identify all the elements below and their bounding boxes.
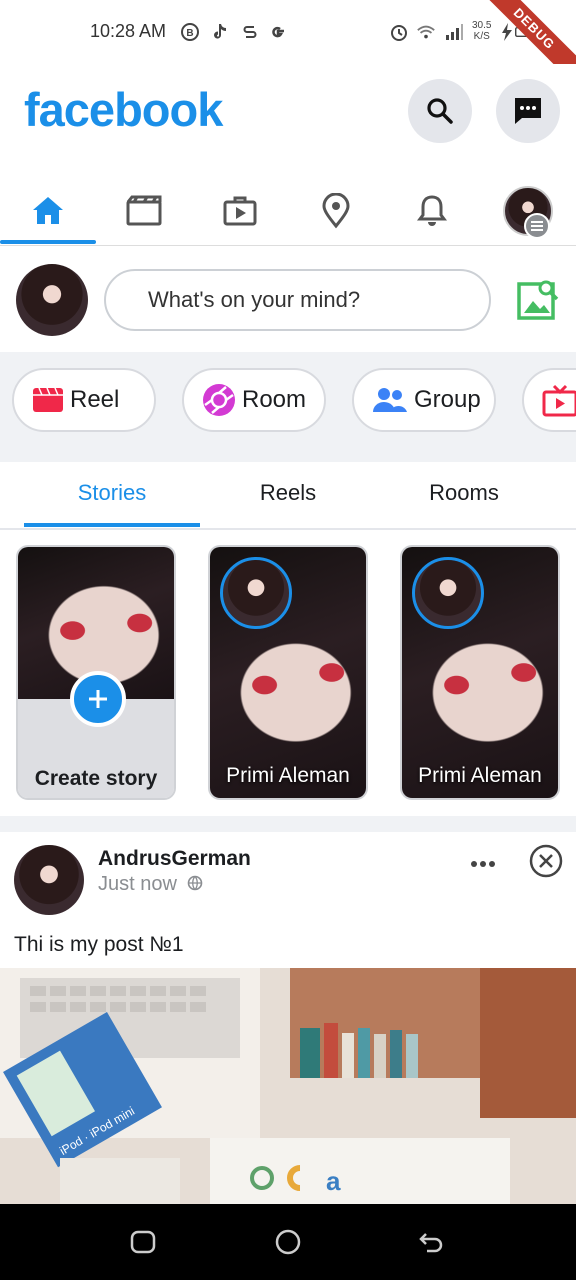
live-tv-icon xyxy=(542,384,576,417)
tab-notifications[interactable] xyxy=(384,176,480,246)
status-bar: 10:28 AM B 30.5 K/S DEBUG xyxy=(0,0,576,94)
tab-rooms[interactable]: Rooms xyxy=(376,480,552,506)
stories-section: Stories Reels Rooms Create story Primi A… xyxy=(0,462,576,816)
home-icon xyxy=(33,197,63,224)
group-icon xyxy=(373,388,407,412)
post-text: Thi is my post №1 xyxy=(14,933,184,956)
more-dots-icon xyxy=(471,861,495,867)
tab-location[interactable] xyxy=(288,176,384,246)
story-avatar xyxy=(412,557,484,629)
room-camera-icon xyxy=(203,384,235,416)
network-speed: 30.5 K/S xyxy=(472,20,492,42)
tab-marketplace[interactable] xyxy=(192,176,288,246)
search-icon xyxy=(427,98,453,124)
post-card: AndrusGerman Just now Thi is my post №1 xyxy=(0,832,576,1204)
b-circle-icon: B xyxy=(180,22,200,42)
alarm-icon xyxy=(389,22,409,42)
tiktok-icon xyxy=(210,22,230,42)
story-avatar xyxy=(220,557,292,629)
status-time: 10:28 AM xyxy=(90,21,167,41)
create-story-card[interactable]: Create story xyxy=(16,545,176,800)
reel-icon xyxy=(33,387,63,412)
back-button[interactable] xyxy=(418,1230,444,1254)
chat-icon xyxy=(515,98,541,124)
app-logo: facebook xyxy=(24,83,223,136)
messenger-button[interactable] xyxy=(496,79,560,143)
user-avatar[interactable] xyxy=(16,264,88,336)
post-more-button[interactable] xyxy=(466,854,500,874)
menu-badge-icon xyxy=(524,213,550,239)
video-clapper-icon xyxy=(126,195,162,226)
composer: What's on your mind? xyxy=(0,246,576,352)
photo-add-icon xyxy=(517,280,559,320)
s-icon xyxy=(240,22,260,42)
story-name: Primi Aleman xyxy=(226,764,350,787)
post-author-name[interactable]: AndrusGerman xyxy=(98,847,251,871)
tab-home[interactable] xyxy=(0,176,96,246)
recent-apps-button[interactable] xyxy=(130,1230,156,1254)
live-chip[interactable] xyxy=(522,368,576,432)
post-timestamp: Just now xyxy=(98,873,203,896)
stories-tab-indicator xyxy=(24,523,200,527)
post-photo: a iPod · iPod mini xyxy=(0,968,576,1204)
post-author-avatar[interactable] xyxy=(14,845,84,915)
square-icon xyxy=(130,1230,156,1254)
create-story-label: Create story xyxy=(34,767,158,790)
tab-reels[interactable]: Reels xyxy=(200,480,376,506)
tab-video[interactable] xyxy=(96,176,192,246)
story-card[interactable]: Primi Aleman xyxy=(400,545,560,800)
close-icon xyxy=(529,844,563,878)
tab-menu[interactable] xyxy=(480,176,576,246)
app-header: facebook xyxy=(0,64,576,176)
story-card[interactable]: Primi Aleman xyxy=(208,545,368,800)
svg-text:B: B xyxy=(186,28,193,39)
room-chip[interactable]: Room xyxy=(182,368,326,432)
bell-icon xyxy=(417,195,447,226)
photo-add-button[interactable] xyxy=(516,276,562,322)
tab-stories[interactable]: Stories xyxy=(24,480,200,506)
globe-icon xyxy=(187,875,202,891)
tabs-divider xyxy=(0,528,576,530)
post-image[interactable]: a iPod · iPod mini xyxy=(0,968,576,1204)
story-name: Primi Aleman xyxy=(418,764,542,787)
back-arrow-icon xyxy=(419,1233,443,1253)
system-navigation-bar xyxy=(0,1204,576,1280)
svg-text:a: a xyxy=(326,1166,341,1196)
reel-label: Reel xyxy=(70,386,120,413)
location-pin-icon xyxy=(322,193,350,229)
google-g-icon xyxy=(268,22,288,42)
group-label: Group xyxy=(414,386,481,413)
action-chips: Reel Room Group xyxy=(0,352,576,448)
signal-icon xyxy=(444,22,464,42)
room-label: Room xyxy=(242,386,307,413)
active-tab-indicator xyxy=(0,240,96,244)
main-nav xyxy=(0,176,576,246)
add-story-button[interactable] xyxy=(70,671,126,727)
wifi-icon xyxy=(416,22,436,42)
play-bag-icon xyxy=(223,196,257,226)
home-system-button[interactable] xyxy=(275,1229,301,1255)
group-chip[interactable]: Group xyxy=(352,368,496,432)
search-button[interactable] xyxy=(408,79,472,143)
status-input[interactable]: What's on your mind? xyxy=(104,269,491,331)
reel-chip[interactable]: Reel xyxy=(12,368,156,432)
post-close-button[interactable] xyxy=(528,843,564,879)
plus-icon xyxy=(89,690,107,708)
circle-home-icon xyxy=(275,1229,301,1255)
